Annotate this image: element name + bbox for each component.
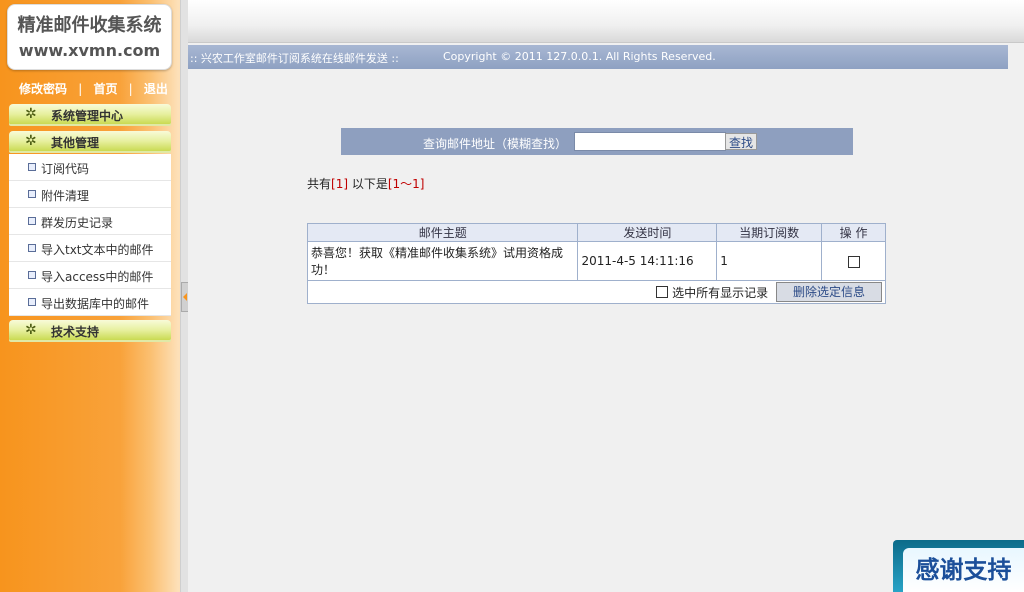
column-header-subscribers: 当期订阅数 xyxy=(716,223,823,242)
search-button[interactable]: 查找 xyxy=(725,133,757,150)
logout-link[interactable]: 退出 xyxy=(144,82,168,96)
cell-subscribers: 1 xyxy=(716,241,823,281)
delete-selected-button[interactable]: 删除选定信息 xyxy=(776,282,882,302)
search-label: 查询邮件地址（模糊查找） xyxy=(423,137,568,151)
thanks-badge[interactable]: 感谢支持 xyxy=(893,540,1024,592)
top-links: 修改密码 | 首页 | 退出 xyxy=(0,80,180,97)
gear-icon: ✲ xyxy=(25,322,37,338)
count-middle: 以下是 xyxy=(348,177,388,191)
status-copyright: Copyright © 2011 127.0.0.1. All Rights R… xyxy=(443,50,716,63)
home-link[interactable]: 首页 xyxy=(93,82,117,96)
sidebar-item-label: 导入txt文本中的邮件 xyxy=(41,243,154,257)
table-footer: 选中所有显示记录 删除选定信息 xyxy=(307,280,886,304)
menu-tech-support[interactable]: ✲ 技术支持 xyxy=(9,320,171,340)
top-banner xyxy=(188,0,1024,43)
bullet-icon xyxy=(28,244,36,252)
sidebar-item-label: 导入access中的邮件 xyxy=(41,270,154,284)
row-select-checkbox[interactable] xyxy=(847,255,860,268)
count-total: [1] xyxy=(331,177,349,191)
sidebar-item-export-database[interactable]: 导出数据库中的邮件 xyxy=(9,289,171,316)
other-management-submenu: 订阅代码 附件清理 群发历史记录 导入txt文本中的邮件 导入access中的邮… xyxy=(9,154,171,316)
cell-subject: 恭喜您！获取《精准邮件收集系统》试用资格成功！ xyxy=(306,241,579,281)
gear-icon: ✲ xyxy=(25,133,37,149)
bullet-icon xyxy=(28,190,36,198)
table-header-row: 邮件主题 发送时间 当期订阅数 操 作 xyxy=(306,223,886,242)
column-header-subject: 邮件主题 xyxy=(306,223,579,242)
logo-url: www.xvmn.com xyxy=(18,41,161,60)
bullet-icon xyxy=(28,271,36,279)
sidebar-item-attachment-cleanup[interactable]: 附件清理 xyxy=(9,181,171,208)
search-bar: 查询邮件地址（模糊查找） 查找 xyxy=(341,128,853,155)
table-footer-row: 选中所有显示记录 删除选定信息 xyxy=(307,280,886,304)
menu-system-center-label: 系统管理中心 xyxy=(51,109,124,123)
result-count: 共有[1] 以下是[1～1] xyxy=(307,175,424,192)
cell-send-time: 2011-4-5 14:11:16 xyxy=(577,241,718,281)
count-prefix: 共有 xyxy=(307,177,332,191)
sidebar-item-bulk-send-history[interactable]: 群发历史记录 xyxy=(9,208,171,235)
count-range: [1～1] xyxy=(387,177,425,191)
sidebar-item-subscribe-code[interactable]: 订阅代码 xyxy=(9,154,171,181)
sidebar-item-import-txt[interactable]: 导入txt文本中的邮件 xyxy=(9,235,171,262)
logo: 精准邮件收集系统 www.xvmn.com xyxy=(7,4,172,70)
select-all-checkbox[interactable] xyxy=(656,286,669,298)
column-header-actions: 操 作 xyxy=(821,223,886,242)
cell-actions xyxy=(821,241,886,281)
change-password-link[interactable]: 修改密码 xyxy=(19,82,67,96)
sidebar-item-label: 附件清理 xyxy=(41,189,90,203)
link-separator: | xyxy=(128,82,133,96)
mail-table: 邮件主题 发送时间 当期订阅数 操 作 恭喜您！获取《精准邮件收集系统》试用资格… xyxy=(306,223,886,304)
menu-other-management-label: 其他管理 xyxy=(51,136,100,150)
sidebar-item-label: 导出数据库中的邮件 xyxy=(41,297,150,311)
gear-icon: ✲ xyxy=(25,106,37,122)
bullet-icon xyxy=(28,217,36,225)
sidebar-item-label: 群发历史记录 xyxy=(41,216,114,230)
status-bar: :: 兴农工作室邮件订阅系统在线邮件发送 :: Copyright © 2011… xyxy=(188,45,1008,69)
main-content: :: 兴农工作室邮件订阅系统在线邮件发送 :: Copyright © 2011… xyxy=(188,0,1024,592)
sidebar-item-import-access[interactable]: 导入access中的邮件 xyxy=(9,262,171,289)
bullet-icon xyxy=(28,163,36,171)
sidebar: 精准邮件收集系统 www.xvmn.com 修改密码 | 首页 | 退出 ✲ 系… xyxy=(0,0,180,592)
logo-title: 精准邮件收集系统 xyxy=(17,15,162,36)
link-separator: | xyxy=(78,82,83,96)
bullet-icon xyxy=(28,298,36,306)
status-system-title: :: 兴农工作室邮件订阅系统在线邮件发送 :: xyxy=(190,52,399,65)
search-input[interactable] xyxy=(574,132,726,151)
sidebar-item-label: 订阅代码 xyxy=(41,162,90,176)
select-all-label: 选中所有显示记录 xyxy=(672,285,769,300)
table-row: 恭喜您！获取《精准邮件收集系统》试用资格成功！ 2011-4-5 14:11:1… xyxy=(306,241,886,281)
column-header-send-time: 发送时间 xyxy=(577,223,718,242)
menu-system-center[interactable]: ✲ 系统管理中心 xyxy=(9,104,171,124)
menu-other-management[interactable]: ✲ 其他管理 xyxy=(9,131,171,151)
thanks-badge-label: 感谢支持 xyxy=(903,548,1024,592)
menu-tech-support-label: 技术支持 xyxy=(51,325,100,339)
